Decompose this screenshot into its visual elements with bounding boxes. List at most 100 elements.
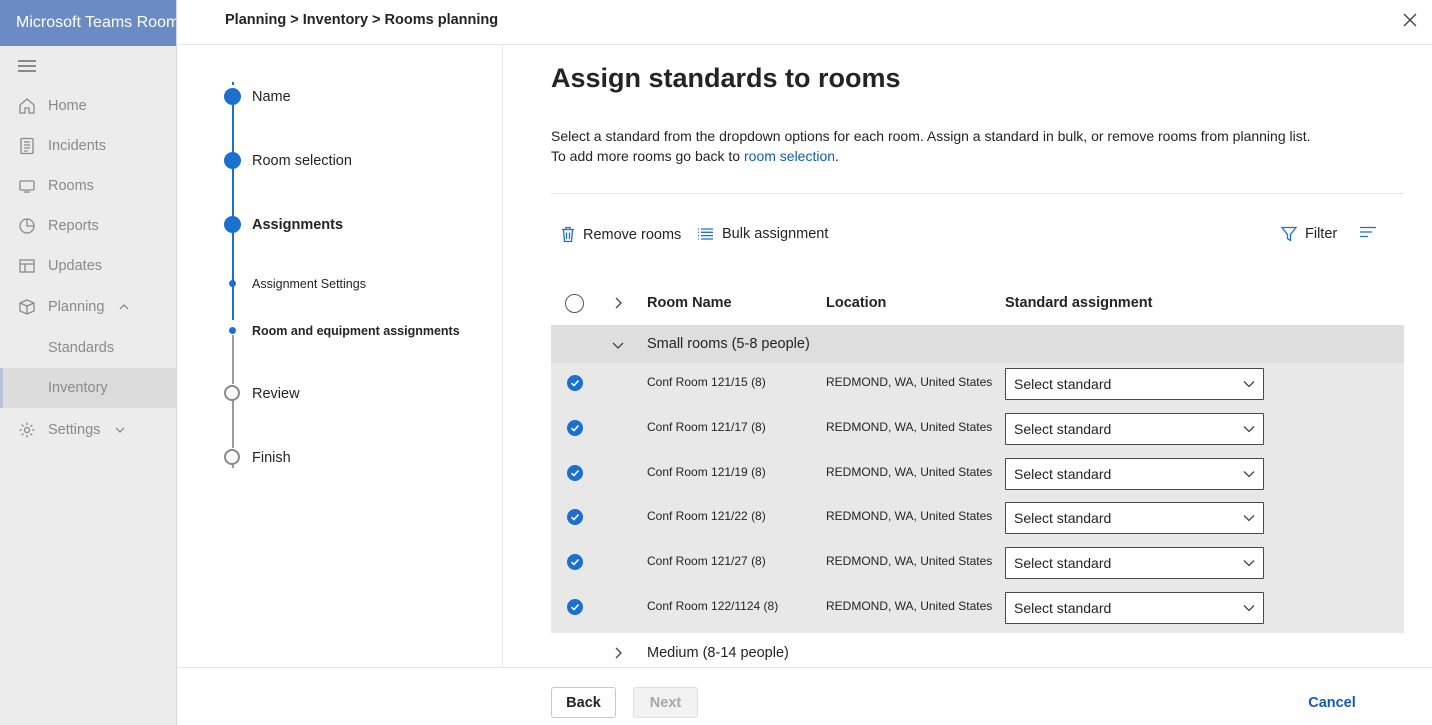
row-checkbox[interactable] — [567, 599, 583, 615]
step-assignments[interactable]: Assignments — [252, 217, 343, 233]
stepper-divider — [502, 45, 503, 667]
nav-item-incidents[interactable]: Incidents — [0, 126, 176, 166]
nav-item-planning[interactable]: Planning — [0, 287, 176, 327]
description-line-2: To add more rooms go back to room select… — [551, 148, 839, 164]
room-location: REDMOND, WA, United States — [826, 419, 993, 434]
row-checkbox[interactable] — [567, 554, 583, 571]
chevron-down-icon — [1243, 560, 1255, 567]
nav-label: Incidents — [48, 138, 107, 154]
table-row: Conf Room 121/19 (8) REDMOND, WA, United… — [551, 455, 1404, 500]
content-divider — [551, 193, 1404, 194]
nav-item-home[interactable]: Home — [0, 86, 176, 126]
hamburger-menu-icon[interactable] — [18, 60, 36, 72]
room-name: Conf Room 121/15 (8) — [647, 375, 766, 389]
row-checkbox[interactable] — [567, 509, 583, 526]
step-name[interactable]: Name — [252, 89, 291, 105]
room-location: REDMOND, WA, United States — [826, 375, 993, 389]
step-dot-name — [224, 88, 241, 105]
nav-item-reports[interactable]: Reports — [0, 206, 176, 246]
room-selection-link[interactable]: room selection — [744, 148, 835, 164]
filter-button[interactable]: Filter — [1281, 226, 1337, 242]
step-dot-room-selection — [224, 152, 241, 169]
rooms-icon — [18, 177, 36, 195]
nav-label: Standards — [48, 340, 115, 356]
nav-item-settings[interactable]: Settings — [0, 410, 176, 450]
step-dot-review — [224, 385, 240, 401]
substep-room-equipment[interactable]: Room and equipment assignments — [252, 324, 460, 338]
chevron-down-icon — [1243, 425, 1255, 433]
table-row: Conf Room 121/15 (8) REDMOND, WA, United… — [551, 365, 1404, 410]
table-row: Conf Room 121/17 (8) REDMOND, WA, United… — [551, 410, 1404, 455]
breadcrumb: Planning > Inventory > Rooms planning — [225, 12, 499, 28]
updates-icon — [18, 257, 36, 275]
substep-dot — [229, 327, 236, 334]
expand-all-chevron-icon[interactable] — [611, 296, 625, 310]
room-location: REDMOND, WA, United States — [826, 599, 993, 613]
step-review[interactable]: Review — [252, 386, 300, 402]
room-location: REDMOND, WA, United States — [826, 554, 993, 569]
standard-dropdown[interactable]: Select standard — [1005, 457, 1264, 490]
column-header-standard-assignment[interactable]: Standard assignment — [1005, 295, 1152, 311]
row-checkbox[interactable] — [567, 375, 583, 391]
main-content: Assign standards to rooms Select a stand… — [551, 45, 1406, 667]
room-name: Conf Room 121/27 (8) — [647, 554, 766, 569]
chevron-up-icon — [119, 304, 129, 310]
nav-item-inventory[interactable]: Inventory — [0, 368, 176, 408]
row-checkbox[interactable] — [567, 464, 583, 481]
substep-dot — [229, 280, 236, 287]
bulk-assignment-button[interactable]: Bulk assignment — [697, 226, 828, 242]
standard-dropdown[interactable]: Select standard — [1005, 502, 1264, 535]
nav-label: Inventory — [48, 380, 108, 396]
standard-dropdown[interactable]: Select standard — [1005, 547, 1264, 580]
back-button[interactable]: Back — [551, 687, 616, 718]
chevron-down-icon — [1243, 605, 1255, 612]
step-room-selection[interactable]: Room selection — [252, 153, 352, 169]
standard-dropdown[interactable]: Select standard — [1005, 368, 1264, 400]
chevron-down-icon — [1243, 381, 1255, 388]
cancel-button[interactable]: Cancel — [1297, 687, 1367, 718]
description-line-1: Select a standard from the dropdown opti… — [551, 128, 1311, 144]
chevron-down-icon — [115, 427, 125, 433]
nav-item-standards[interactable]: Standards — [0, 328, 176, 368]
planning-icon — [18, 298, 36, 316]
nav-label: Rooms — [48, 178, 94, 194]
page-description: Select a standard from the dropdown opti… — [551, 126, 1311, 166]
nav-item-updates[interactable]: Updates — [0, 246, 176, 286]
nav-label: Reports — [48, 218, 99, 234]
nav-label: Settings — [48, 422, 101, 438]
close-icon[interactable] — [1400, 10, 1420, 30]
chevron-down-icon — [1243, 470, 1255, 478]
room-name: Conf Room 122/1124 (8) — [647, 599, 779, 613]
room-name: Conf Room 121/17 (8) — [647, 419, 766, 434]
table-row: Conf Room 122/1124 (8) REDMOND, WA, Unit… — [551, 589, 1404, 634]
standard-dropdown[interactable]: Select standard — [1005, 592, 1264, 624]
rooms-planning-panel: Planning > Inventory > Rooms planning Na… — [176, 0, 1432, 725]
nav-item-rooms[interactable]: Rooms — [0, 166, 176, 206]
settings-icon — [18, 421, 36, 439]
sort-options-button[interactable] — [1359, 226, 1385, 238]
app-title: Microsoft Teams Rooms — [0, 0, 176, 46]
list-icon — [698, 228, 713, 240]
group-header-row[interactable]: Small rooms (5-8 people) — [551, 325, 1404, 363]
room-name: Conf Room 121/22 (8) — [647, 509, 766, 524]
wizard-stepper: Name Room selection Assignments Assignme… — [217, 45, 497, 485]
substep-assignment-settings[interactable]: Assignment Settings — [252, 277, 366, 291]
room-name: Conf Room 121/19 (8) — [647, 464, 766, 479]
table-row: Conf Room 121/27 (8) REDMOND, WA, United… — [551, 544, 1404, 589]
nav-label: Home — [48, 98, 87, 114]
remove-rooms-button[interactable]: Remove rooms — [561, 226, 681, 243]
column-header-location[interactable]: Location — [826, 295, 886, 311]
expand-chevron-icon[interactable] — [611, 646, 625, 660]
row-checkbox[interactable] — [567, 419, 583, 436]
step-dot-assignments — [224, 216, 241, 233]
chevron-down-icon — [1243, 515, 1255, 522]
next-button[interactable]: Next — [633, 687, 698, 718]
page-title: Assign standards to rooms — [551, 63, 901, 93]
select-all-checkbox[interactable] — [565, 294, 584, 313]
group-small-rooms: Small rooms (5-8 people) Conf Room 121/1… — [551, 325, 1404, 633]
step-finish[interactable]: Finish — [252, 450, 291, 466]
collapse-chevron-icon[interactable] — [611, 338, 625, 352]
standard-dropdown[interactable]: Select standard — [1005, 412, 1264, 445]
table-row: Conf Room 121/22 (8) REDMOND, WA, United… — [551, 499, 1404, 544]
column-header-room-name[interactable]: Room Name — [647, 295, 732, 311]
